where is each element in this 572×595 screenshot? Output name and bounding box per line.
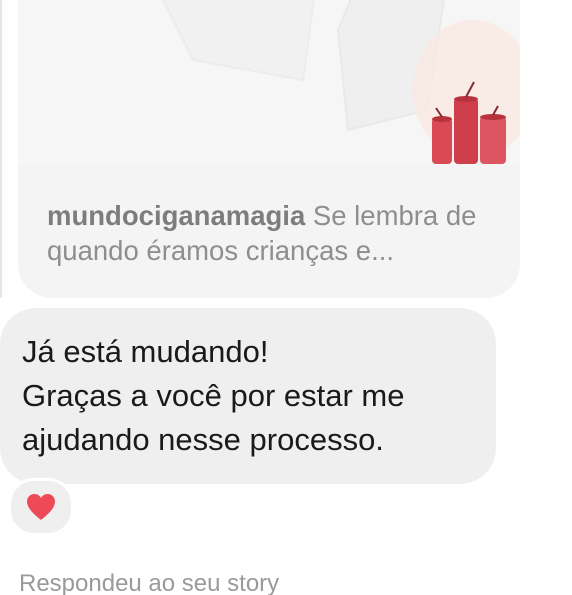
message-line: Já está mudando! bbox=[22, 334, 269, 369]
dm-thread: mundociganamagia Se lembra de quando éra… bbox=[0, 0, 572, 595]
reaction-badge[interactable] bbox=[8, 478, 74, 536]
message-text: Já está mudando! Graças a você por estar… bbox=[22, 330, 482, 462]
message-line: Graças a você por estar me bbox=[22, 378, 405, 413]
post-username[interactable]: mundociganamagia bbox=[47, 200, 305, 231]
thread-divider bbox=[0, 0, 2, 298]
post-image-graphic bbox=[18, 0, 520, 164]
post-image bbox=[18, 0, 520, 164]
message-bubble[interactable]: Já está mudando! Graças a você por estar… bbox=[0, 308, 496, 484]
story-reply-status: Respondeu ao seu story bbox=[19, 570, 280, 595]
message-line: ajudando nesse processo. bbox=[22, 422, 384, 457]
shared-post-card[interactable]: mundociganamagia Se lembra de quando éra… bbox=[18, 0, 520, 298]
post-caption: mundociganamagia Se lembra de quando éra… bbox=[47, 198, 497, 268]
heart-icon bbox=[27, 494, 55, 520]
